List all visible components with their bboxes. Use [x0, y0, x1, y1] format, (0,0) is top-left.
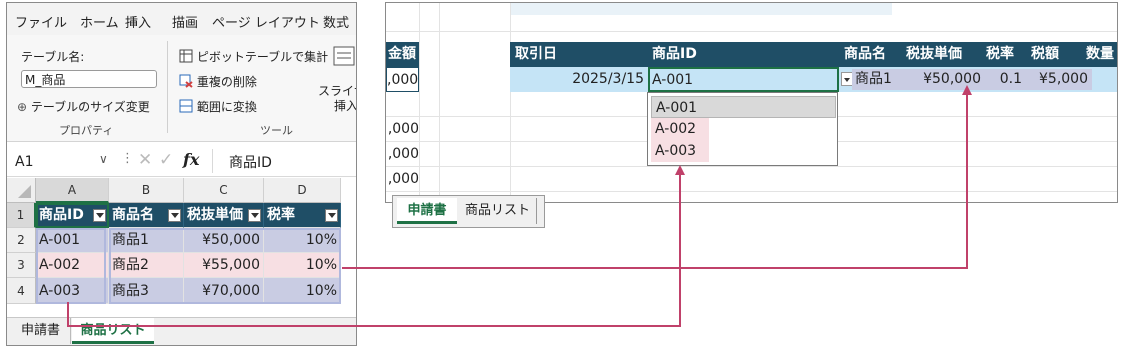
connector-arrows: [67, 85, 972, 327]
connector-table-to-lookup: [342, 85, 972, 269]
connector-id-to-dropdown: [67, 165, 685, 327]
